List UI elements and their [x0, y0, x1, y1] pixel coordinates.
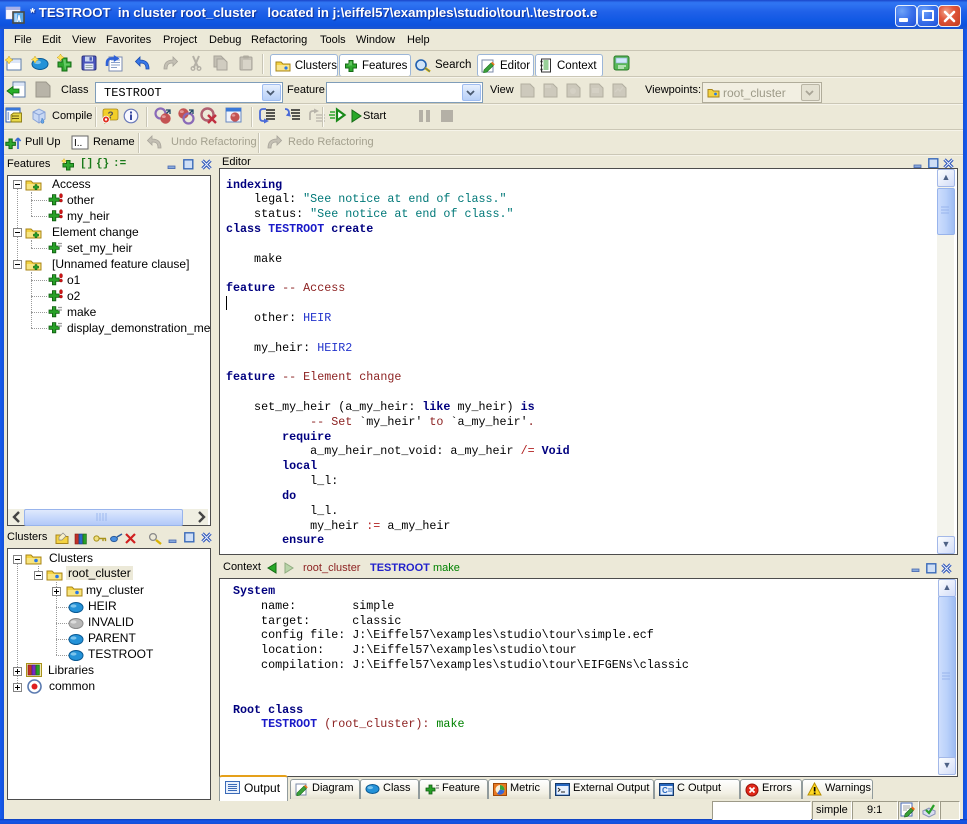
svg-text:C=: C=	[662, 786, 673, 795]
svg-text:I..: I..	[74, 138, 82, 149]
